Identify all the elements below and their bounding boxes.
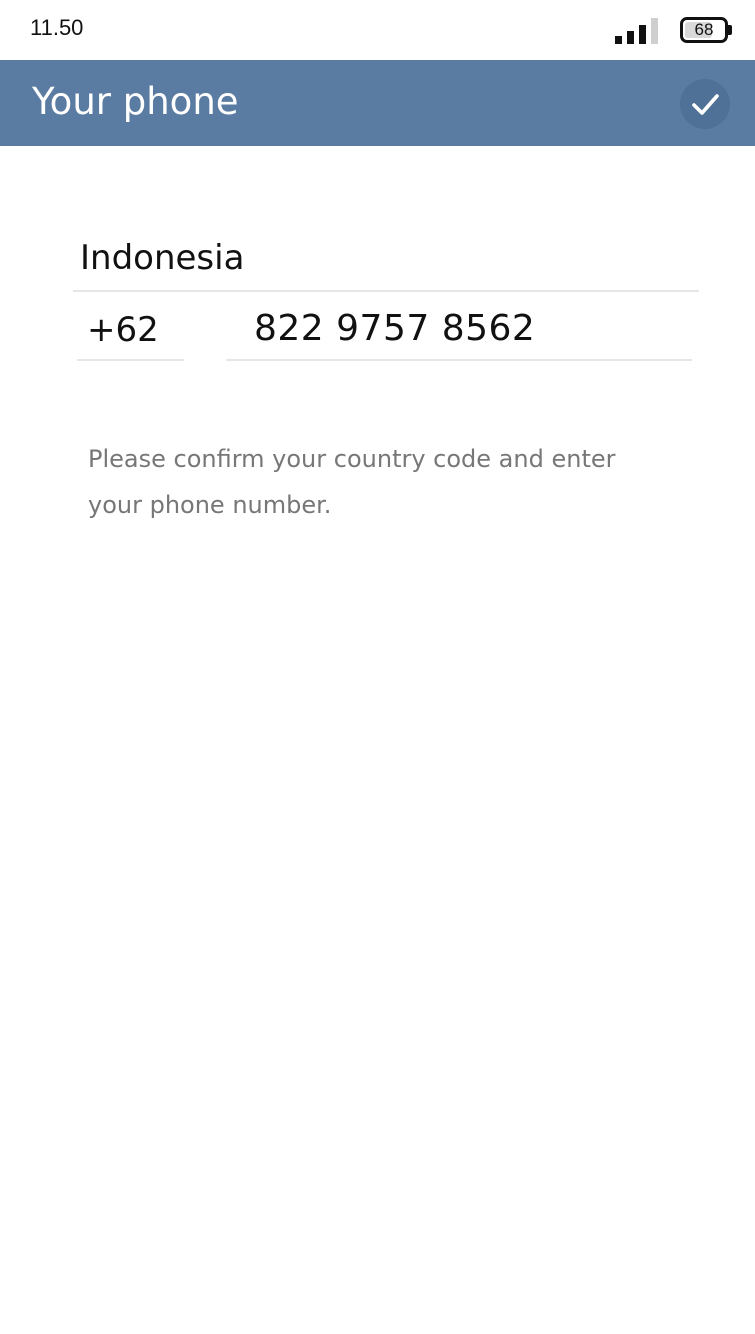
checkmark-icon xyxy=(692,94,719,115)
phone-entry-screen: 11.50 68 Your phone Indonesia +62 822 97… xyxy=(0,0,755,1334)
instruction-text: Please confirm your country code and ent… xyxy=(88,445,616,519)
country-code-input[interactable]: +62 xyxy=(77,304,184,361)
battery-level: 68 xyxy=(694,20,714,39)
country-name: Indonesia xyxy=(80,238,245,278)
country-code-value: +62 xyxy=(87,310,159,350)
status-time: 11.50 xyxy=(30,15,84,40)
phone-number-value: 822 9757 8562 xyxy=(254,308,536,349)
status-bar: 11.50 68 xyxy=(0,0,755,60)
phone-number-input[interactable]: 822 9757 8562 xyxy=(226,304,692,361)
battery-icon: 68 xyxy=(680,17,728,43)
app-bar: Your phone xyxy=(0,60,755,146)
battery-nub xyxy=(728,25,732,35)
country-selector[interactable]: Indonesia xyxy=(73,228,699,292)
signal-strength-icon xyxy=(615,16,661,44)
done-button[interactable] xyxy=(680,79,730,129)
page-title: Your phone xyxy=(32,80,239,123)
